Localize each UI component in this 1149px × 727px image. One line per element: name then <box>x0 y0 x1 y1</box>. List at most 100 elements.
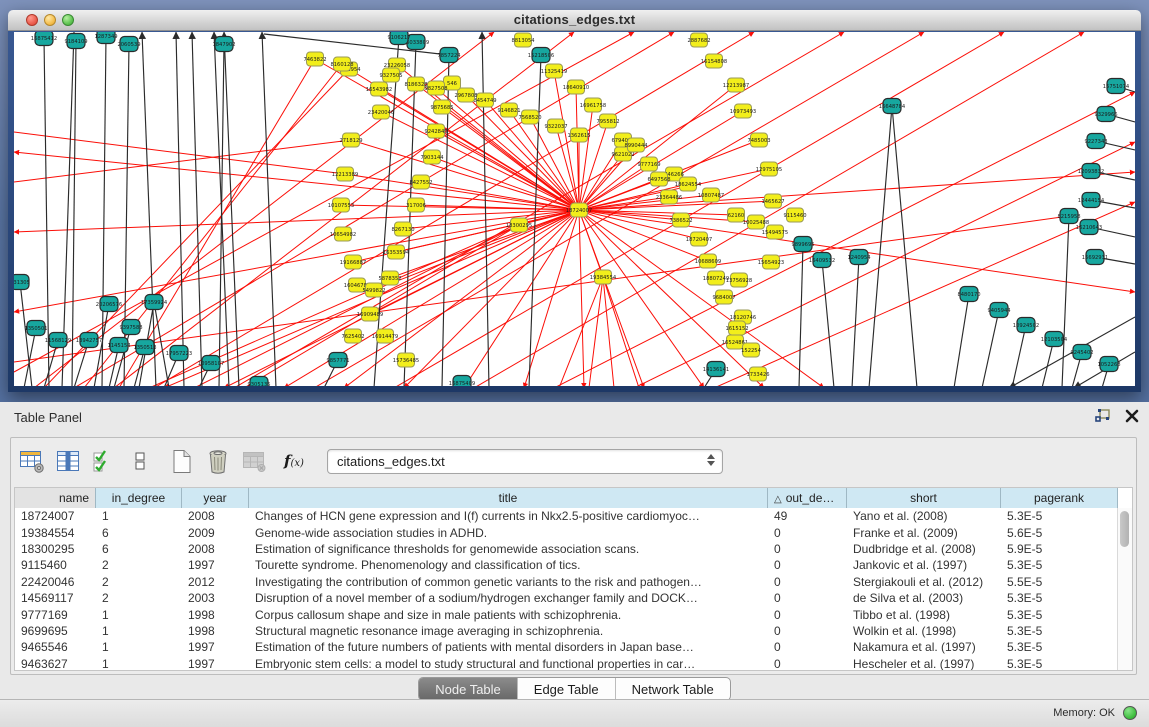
tab-network-table[interactable]: Network Table <box>616 678 730 700</box>
citation-edge-red[interactable] <box>464 210 579 386</box>
citation-edge-black[interactable] <box>852 257 859 386</box>
tab-edge-table[interactable]: Edge Table <box>518 678 616 700</box>
graph-node[interactable]: 19166887 <box>340 255 366 269</box>
graph-node[interactable]: 10107553 <box>328 198 354 212</box>
table-row[interactable]: 977716911998Corpus callosum shape and si… <box>15 606 1118 622</box>
citation-edge-black[interactable] <box>1012 325 1026 386</box>
table-selector-dropdown[interactable]: citations_edges.txt <box>327 449 723 474</box>
table-row[interactable]: 946554611997Estimation of the future num… <box>15 639 1118 655</box>
graph-node[interactable]: 16353594 <box>383 245 410 259</box>
graph-node[interactable]: 16961758 <box>580 98 606 112</box>
graph-node[interactable]: 15654923 <box>758 255 784 269</box>
graph-node[interactable]: 152254 <box>741 343 762 357</box>
graph-node[interactable]: 8990444 <box>624 138 648 152</box>
graph-node[interactable]: 9242845 <box>424 124 447 138</box>
window-titlebar[interactable]: citations_edges.txt <box>8 10 1141 31</box>
import-table-button[interactable] <box>239 446 269 476</box>
graph-node[interactable]: 10924502 <box>1013 318 1039 333</box>
citation-edge-red[interactable] <box>579 210 584 386</box>
graph-node[interactable]: 8427552 <box>409 175 432 189</box>
graph-node[interactable]: 6497568 <box>647 172 670 186</box>
graph-node[interactable]: 8480170 <box>957 287 980 302</box>
graph-node[interactable]: 16648784 <box>879 99 906 114</box>
graph-node[interactable]: 16875412 <box>31 32 57 46</box>
column-header-short[interactable]: short <box>847 488 1001 508</box>
citation-edge-red[interactable] <box>14 210 579 232</box>
citation-edge-black[interactable] <box>869 106 892 386</box>
graph-node[interactable]: 9857771 <box>326 353 349 368</box>
table-row[interactable]: 2242004622012Investigating the contribut… <box>15 574 1118 590</box>
graph-node[interactable]: 9227343 <box>1084 134 1107 149</box>
vertical-scrollbar[interactable] <box>1117 508 1132 670</box>
graph-node[interactable]: 12444154 <box>1078 193 1105 208</box>
citation-edge-black[interactable] <box>176 32 184 386</box>
citation-edge-black[interactable] <box>982 310 999 386</box>
column-header-title[interactable]: title <box>249 488 768 508</box>
graph-node[interactable]: 1145154 <box>107 338 131 353</box>
citation-edge-black[interactable] <box>482 32 489 386</box>
graph-node[interactable]: 10025488 <box>743 215 769 229</box>
table-row[interactable]: 1872400712008Changes of HCN gene express… <box>15 508 1118 524</box>
citation-edge-red[interactable] <box>244 225 519 386</box>
graph-node[interactable]: 2887682 <box>687 33 710 47</box>
graph-node[interactable]: 9827508 <box>424 81 447 95</box>
graph-node[interactable]: 9899695 <box>791 237 814 252</box>
graph-node[interactable]: 2718129 <box>339 133 362 147</box>
table-row[interactable]: 969969511998Structural magnetic resonanc… <box>15 623 1118 639</box>
graph-node[interactable]: 9322037 <box>544 119 567 133</box>
graph-node[interactable]: 1350501 <box>24 321 47 336</box>
graph-node[interactable]: 1615152 <box>725 321 748 335</box>
graph-node[interactable]: 9327505 <box>379 68 402 82</box>
graph-node[interactable]: 7625402 <box>341 329 364 343</box>
graph-node[interactable]: 17359924 <box>141 295 168 310</box>
graph-node[interactable]: 13756928 <box>726 273 752 287</box>
network-canvas[interactable]: 1872400797771697462666497568186245541080… <box>14 32 1135 386</box>
graph-node[interactable]: 9397588 <box>119 320 142 335</box>
graph-node[interactable]: 9875685 <box>430 100 453 114</box>
column-header-year[interactable]: year <box>182 488 249 508</box>
graph-node[interactable]: 9305135 <box>247 377 270 387</box>
table-row[interactable]: 911546021997Tourette syndrome. Phenomeno… <box>15 557 1118 573</box>
graph-node[interactable]: 8186328 <box>404 77 427 91</box>
citation-edge-red[interactable] <box>14 32 634 372</box>
graph-node[interactable]: 1287349 <box>94 32 117 44</box>
network-window[interactable]: citations_edges.txt 18724007977716974626… <box>8 10 1141 392</box>
graph-node[interactable]: 9684007 <box>712 290 735 304</box>
graph-node[interactable]: 15692931 <box>1082 250 1108 265</box>
graph-node[interactable]: 7386522 <box>669 213 692 227</box>
citation-edge-black[interactable] <box>799 244 803 386</box>
delete-table-button[interactable] <box>203 446 233 476</box>
citation-edge-black[interactable] <box>1062 216 1069 386</box>
column-header-in-degree[interactable]: in_degree <box>96 488 182 508</box>
graph-node[interactable]: 8813054 <box>511 33 535 47</box>
graph-node[interactable]: 13942757 <box>76 333 102 348</box>
citation-edge-red[interactable] <box>14 140 351 182</box>
graph-node[interactable]: 16409532 <box>809 253 835 268</box>
tab-node-table[interactable]: Node Table <box>419 678 518 700</box>
selection-mode-button[interactable] <box>89 446 119 476</box>
graph-node[interactable]: 17957223 <box>166 346 192 361</box>
column-header-pagerank[interactable]: pagerank <box>1001 488 1118 508</box>
float-window-icon[interactable] <box>1094 408 1111 424</box>
graph-node[interactable]: 1362615 <box>567 128 590 142</box>
citation-edge-black[interactable] <box>954 294 969 386</box>
citation-edge-black[interactable] <box>529 55 541 386</box>
graph-node[interactable]: 2060539 <box>117 37 140 52</box>
column-header-name[interactable]: name <box>15 488 96 508</box>
graph-node[interactable]: 9115460 <box>783 208 806 222</box>
graph-node[interactable]: 10654982 <box>330 227 356 241</box>
modify-table-button[interactable] <box>17 446 47 476</box>
column-selector-button[interactable] <box>53 446 83 476</box>
graph-node[interactable]: 8160128 <box>330 57 353 71</box>
graph-node[interactable]: 1240954 <box>847 250 871 265</box>
graph-node[interactable]: 5499822 <box>362 283 385 297</box>
graph-node[interactable]: 9245402 <box>1070 345 1093 360</box>
graph-node[interactable]: 8267130 <box>391 222 414 236</box>
graph-node[interactable]: 7903144 <box>420 150 444 164</box>
table-row[interactable]: 1938455462009Genome-wide association stu… <box>15 524 1118 540</box>
graph-node[interactable]: 15751074 <box>1103 79 1130 94</box>
graph-node[interactable]: 18720407 <box>686 232 712 246</box>
citation-edge-black[interactable] <box>192 32 202 386</box>
column-header-out-degree[interactable]: △out_de… <box>768 488 847 508</box>
graph-node[interactable]: 9405944 <box>987 303 1011 318</box>
